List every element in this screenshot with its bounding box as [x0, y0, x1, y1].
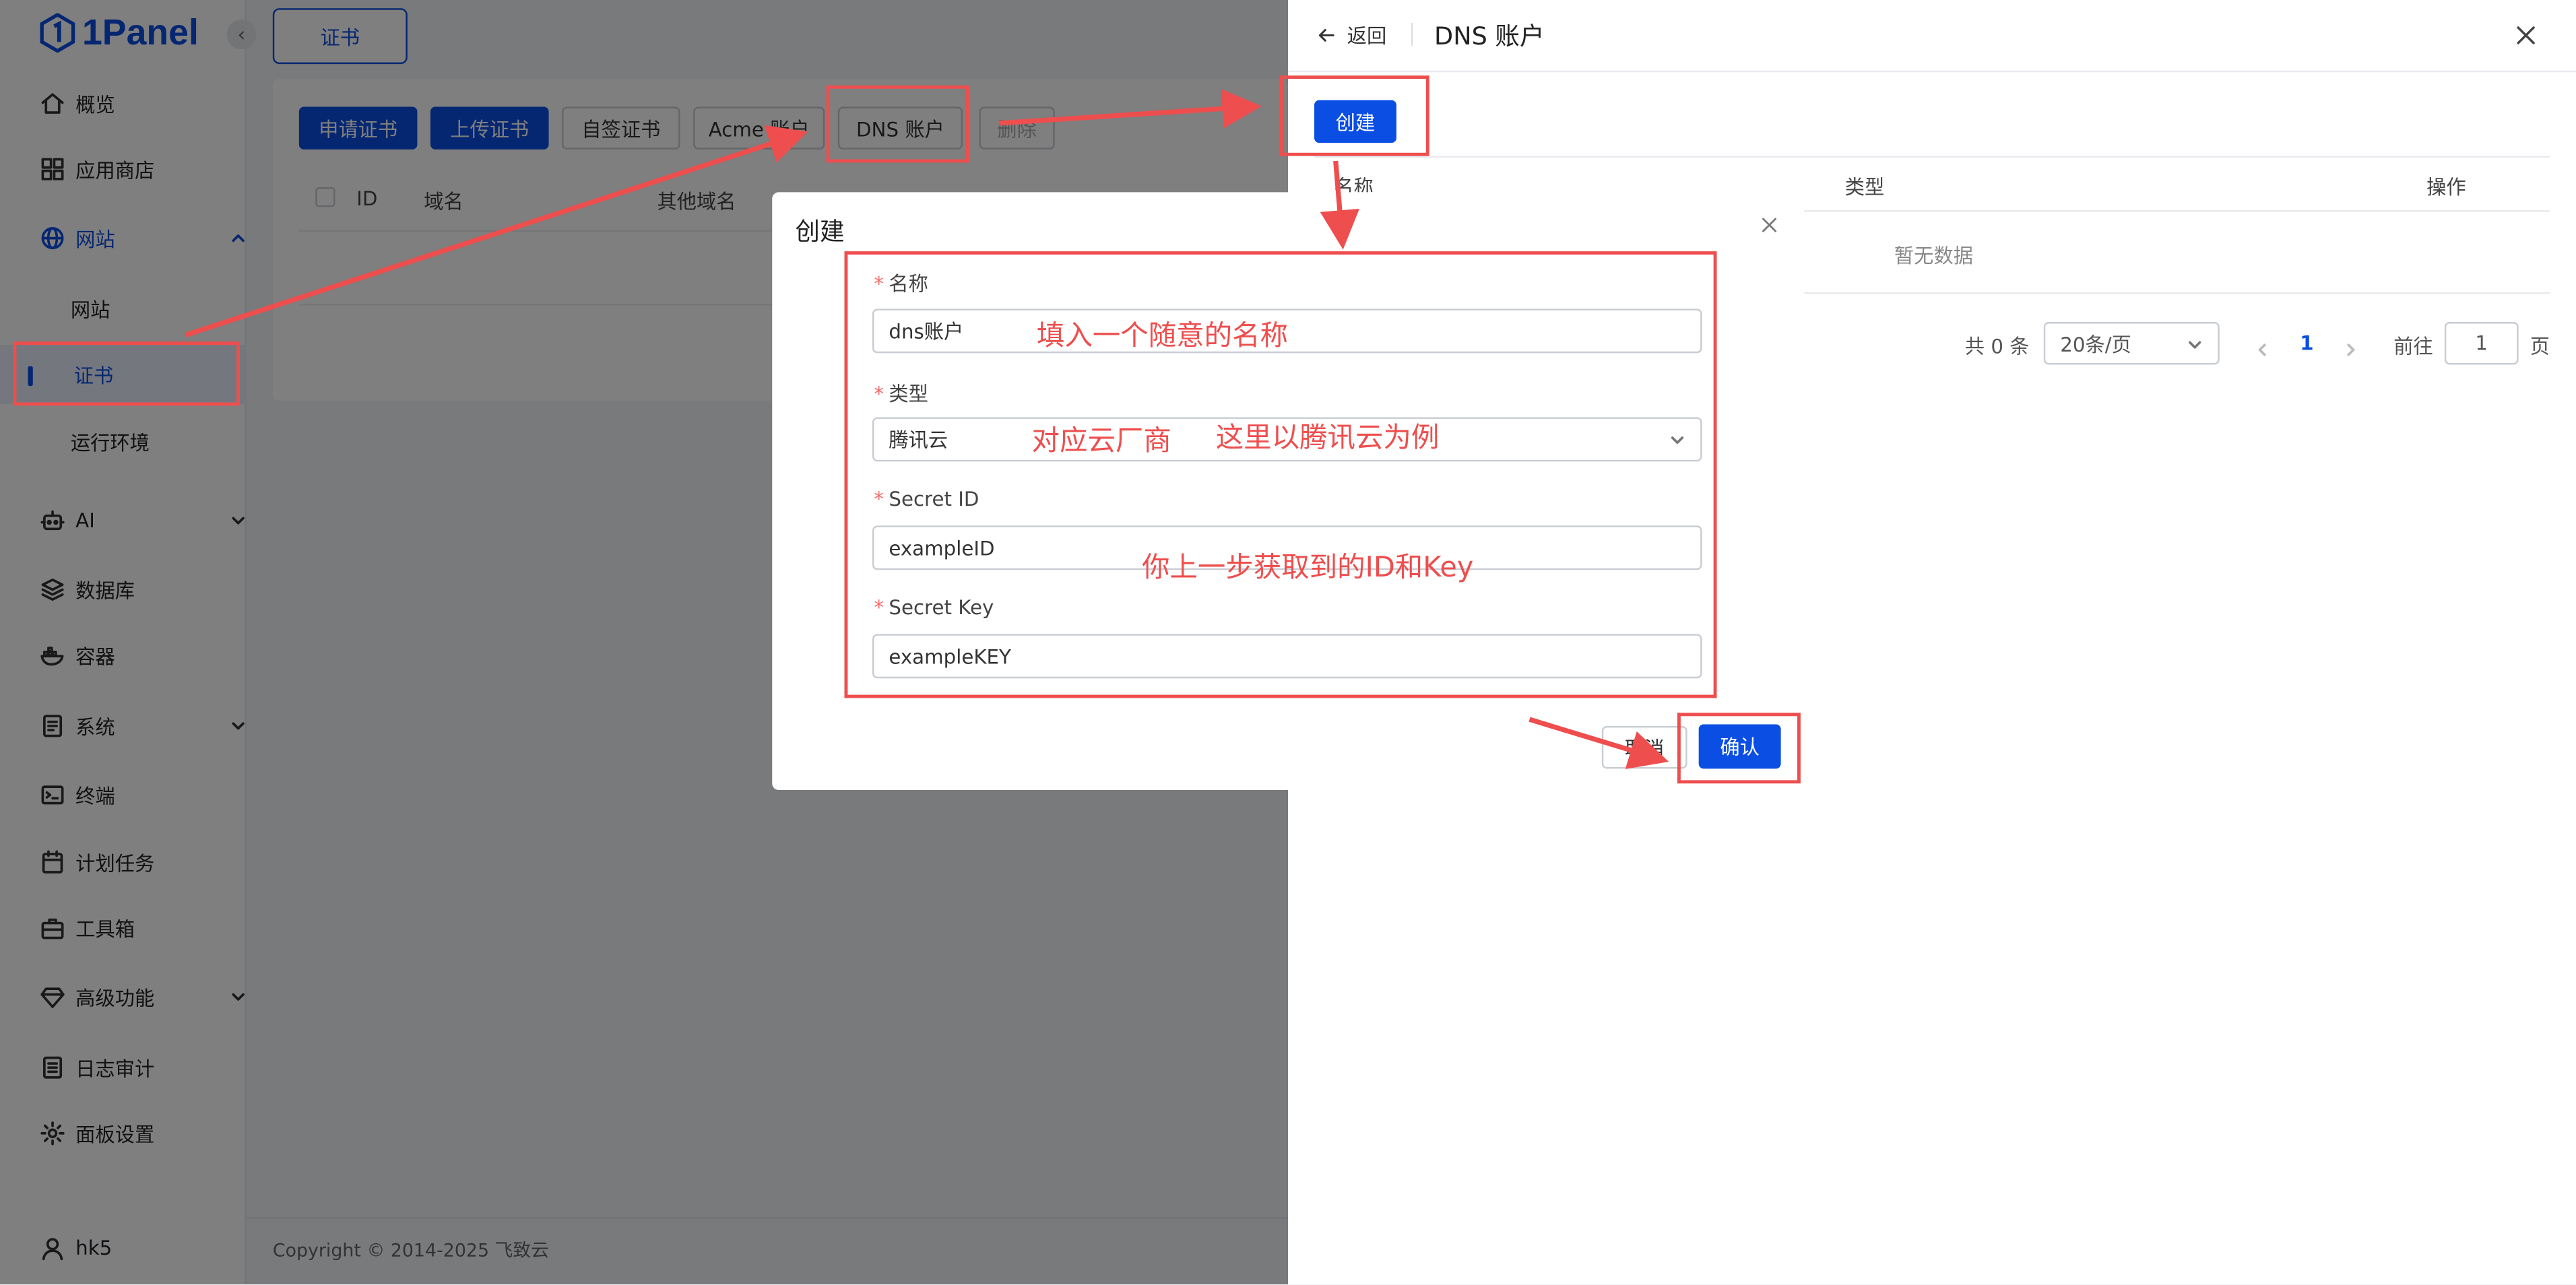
annotation-arrows: [185, 89, 1669, 769]
arrow-to-form: [1320, 160, 1359, 250]
arrow-to-dns-account: [185, 125, 808, 337]
arrow-to-confirm: [1528, 717, 1669, 769]
arrow-to-create: [998, 89, 1262, 129]
